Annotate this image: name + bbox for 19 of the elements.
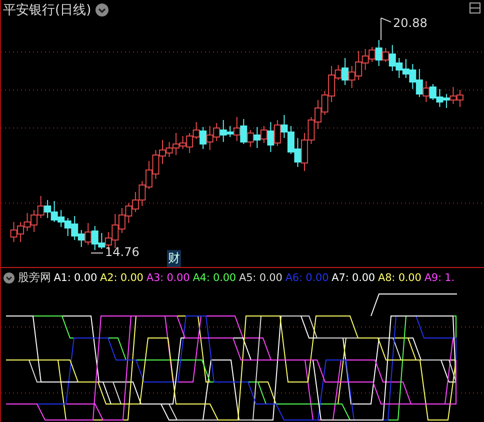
indicator-value: A4: 0.00 — [192, 272, 236, 284]
indicator-value: A6: 0.00 — [285, 272, 329, 284]
indicator-value: A1: 0.00 — [54, 272, 98, 284]
indicator-value: A8: 0.00 — [378, 272, 422, 284]
leader-line — [380, 18, 392, 40]
indicator-value: A7: 0.00 — [332, 272, 375, 284]
low-price-label: 14.76 — [105, 245, 140, 259]
indicator-name: 股旁网 — [18, 270, 51, 285]
dropdown-icon[interactable] — [95, 3, 110, 17]
indicator-value: A5: 0.00 — [239, 272, 282, 284]
leader-line — [90, 252, 104, 254]
indicator-value: A2: 0.00 — [100, 272, 144, 284]
dropdown-icon[interactable] — [3, 272, 15, 284]
indicator-value: A3: 0.00 — [146, 272, 190, 284]
finance-event-marker[interactable]: 财 — [167, 250, 181, 267]
indicator-value: A9: 1. — [424, 272, 454, 284]
chart-title: 平安银行(日线) — [3, 2, 92, 19]
panel-icon[interactable] — [469, 2, 481, 14]
high-price-label: 20.88 — [393, 16, 428, 30]
